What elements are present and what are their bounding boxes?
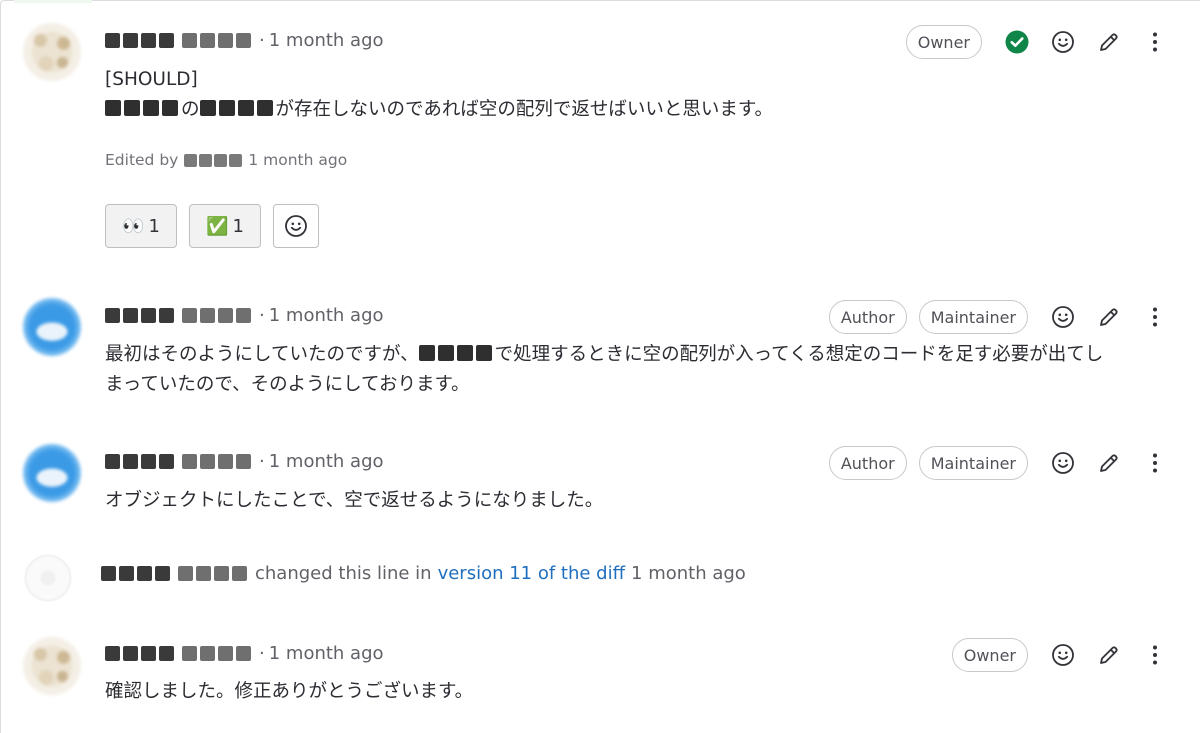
add-reaction-button[interactable] [273,204,319,248]
more-actions-button[interactable] [1132,446,1178,480]
reaction-eyes-button[interactable]: 👀 1 [105,204,177,248]
resolved-button[interactable] [994,25,1040,59]
redacted-name [123,32,138,48]
timestamp[interactable]: 1 month ago [269,643,384,664]
edit-button[interactable] [1086,638,1132,672]
edit-button[interactable] [1086,25,1132,59]
note-actions: Owner [894,25,1178,59]
system-note-action: changed this line in [255,563,432,584]
smiley-icon [1052,31,1074,53]
note-header: · 1 month ago [105,639,384,667]
note-header: · 1 month ago [105,447,384,475]
redacted-username [182,32,197,48]
kebab-icon [1153,453,1157,473]
note-body: 最初はそのようにしていたのですが、 で処理するときに空の配列が入ってくる想定のコー… [105,340,1103,400]
add-reaction-button[interactable] [1040,300,1086,334]
body-line: [SHOULD] [105,69,198,90]
check-mark-emoji: ✅ [206,215,229,237]
separator: · [259,642,265,664]
edited-info: Edited by 1 month ago [105,151,347,169]
more-actions-button[interactable] [1132,25,1178,59]
eyes-emoji: 👀 [122,215,145,237]
check-circle-icon [1005,30,1029,54]
redacted-name [141,32,156,48]
edit-button[interactable] [1086,300,1132,334]
author-badge: Author [828,446,907,480]
timestamp[interactable]: 1 month ago [269,305,384,326]
edit-button[interactable] [1086,446,1132,480]
kebab-icon [1153,645,1157,665]
timestamp[interactable]: 1 month ago [631,563,746,584]
note-actions: Author Maintainer [817,300,1178,334]
reaction-count: 1 [148,215,160,237]
add-reaction-button[interactable] [1040,446,1086,480]
redacted-name [105,32,120,48]
timestamp[interactable]: 1 month ago [269,30,384,51]
smiley-icon [1052,452,1074,474]
note-actions: Owner [940,638,1178,672]
note-header: · 1 month ago [105,26,384,54]
add-reaction-button[interactable] [1040,25,1086,59]
note-body: [SHOULD] のが存在しないのであれば空の配列で返せばいいと思います。 [105,65,773,125]
system-note-icon [25,555,71,601]
avatar[interactable] [23,23,81,81]
redacted-username [218,32,233,48]
timestamp[interactable]: 1 month ago [269,451,384,472]
author-badge: Author [828,300,907,334]
smiley-icon [1052,306,1074,328]
maintainer-badge: Maintainer [918,446,1028,480]
avatar[interactable] [23,444,81,502]
separator: · [259,29,265,51]
avatar[interactable] [23,637,81,695]
diff-version-link[interactable]: version 11 of the diff [438,563,625,584]
note-body: 確認しました。修正ありがとうございます。 [105,677,473,707]
add-reaction-button[interactable] [1040,638,1086,672]
body-line: のが存在しないのであれば空の配列で返せばいいと思います。 [105,95,773,125]
owner-badge: Owner [951,638,1028,672]
separator: · [259,304,265,326]
note-header: · 1 month ago [105,301,384,329]
note-actions: Author Maintainer [817,446,1178,480]
body-line: まっていたので、そのようにしております。 [105,374,470,395]
owner-badge: Owner [905,25,982,59]
reaction-check-button[interactable]: ✅ 1 [189,204,261,248]
redacted-username [236,32,251,48]
body-line: 確認しました。修正ありがとうございます。 [105,681,474,702]
kebab-icon [1153,32,1157,52]
body-line: 最初はそのようにしていたのですが、 で処理するときに空の配列が入ってくる想定のコー… [105,344,1104,365]
pencil-icon [1100,308,1118,326]
avatar[interactable] [23,298,81,356]
kebab-icon [1153,307,1157,327]
reaction-count: 1 [232,215,244,237]
system-note-text: changed this line in version 11 of the d… [101,563,746,584]
more-actions-button[interactable] [1132,300,1178,334]
edited-timestamp[interactable]: 1 month ago [248,151,347,169]
body-line: オブジェクトにしたことで、空で返せるようになりました。 [105,490,604,511]
pencil-icon [1100,33,1118,51]
maintainer-badge: Maintainer [918,300,1028,334]
separator: · [259,450,265,472]
pencil-icon [1100,646,1118,664]
reactions-bar: 👀 1 ✅ 1 [105,204,319,248]
smiley-icon [285,215,307,237]
edited-label: Edited by [105,151,179,169]
smiley-icon [1052,644,1074,666]
redacted-username [200,32,215,48]
redacted-name [159,32,174,48]
pencil-icon [1100,454,1118,472]
more-actions-button[interactable] [1132,638,1178,672]
thread-top-accent [14,0,92,3]
note-body: オブジェクトにしたことで、空で返せるようになりました。 [105,486,603,516]
